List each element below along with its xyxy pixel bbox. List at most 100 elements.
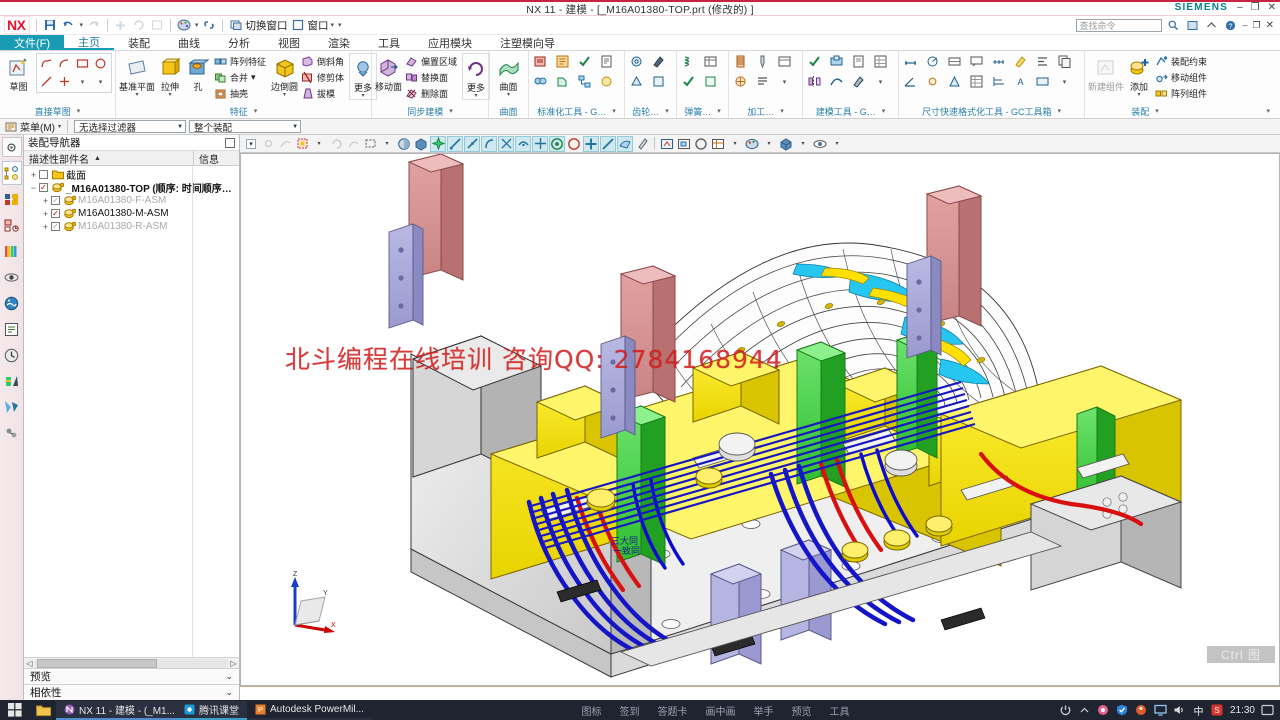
move-face-button[interactable]: 移动面	[375, 53, 402, 92]
tap-hole-icon[interactable]	[732, 53, 749, 70]
mt-grid-icon[interactable]	[872, 53, 889, 70]
restore-button[interactable]: ❐	[1251, 2, 1260, 13]
machining-list-icon[interactable]	[754, 73, 771, 90]
hole-button[interactable]: 孔	[185, 53, 211, 92]
mt-emboss-icon[interactable]	[828, 53, 845, 70]
spring-table-icon[interactable]	[702, 53, 719, 70]
scroll-left-icon[interactable]: ◁	[24, 659, 35, 668]
datum-plane-button[interactable]: 基准平面 ▾	[119, 53, 155, 98]
show-hide-caret-icon[interactable]: ▾	[829, 136, 845, 152]
dim-tolerance-icon[interactable]	[946, 53, 963, 70]
mt-sweep-icon[interactable]	[828, 73, 845, 90]
machining-table-icon[interactable]	[776, 53, 793, 70]
snap-control-point-icon[interactable]	[481, 135, 497, 152]
redo-icon[interactable]	[87, 18, 101, 32]
ribbon-tab-view[interactable]: 视图	[264, 35, 314, 50]
ribbon-tab-home[interactable]: 主页	[64, 35, 115, 50]
expander-icon[interactable]: +	[40, 222, 51, 232]
snap-line-icon[interactable]	[600, 135, 616, 152]
group-dialog-launcher[interactable]: ▾	[1155, 106, 1159, 118]
gc-batch-icon[interactable]	[554, 53, 571, 70]
search-icon[interactable]	[1167, 18, 1181, 32]
reuse-library-icon[interactable]	[2, 239, 22, 263]
chevron-up-icon[interactable]	[1078, 704, 1091, 717]
tree-row-m-asm[interactable]: + ✓ M16A01380-M-ASM	[24, 207, 239, 220]
ribbon-tab-mold-wizard[interactable]: 注塑模向导	[486, 35, 569, 50]
visibility-checkbox[interactable]	[39, 170, 48, 179]
edge-blend-caret-icon[interactable]: ▾	[283, 92, 286, 98]
tree-row-top-assembly[interactable]: − ✓ _M16A01380-TOP (顺序: 时间顺序…	[24, 181, 239, 196]
taskbar-task-nx[interactable]: NX 11 - 建模 - (_M1...	[56, 700, 176, 720]
close-button[interactable]: ✕	[1268, 2, 1276, 13]
draft-button[interactable]: 拔模	[300, 86, 347, 101]
render-style-icon[interactable]	[744, 136, 760, 152]
system-scene-icon[interactable]	[2, 395, 22, 419]
profile-icon[interactable]	[38, 55, 55, 72]
gc-tree-icon[interactable]	[576, 73, 593, 90]
dim-radial-icon[interactable]	[924, 53, 941, 70]
shield-icon[interactable]	[1116, 704, 1129, 717]
spring-check-icon[interactable]	[680, 73, 697, 90]
visibility-checkbox[interactable]: ✓	[39, 183, 48, 192]
group-dialog-launcher[interactable]: ▾	[254, 106, 258, 118]
group-dialog-launcher[interactable]: ▾	[77, 106, 81, 118]
antivirus-icon[interactable]	[1097, 704, 1110, 717]
dim-linear-icon[interactable]	[902, 53, 919, 70]
group-dialog-launcher[interactable]: ▾	[449, 106, 453, 118]
dim-align-icon[interactable]	[1034, 53, 1051, 70]
group-dialog-launcher[interactable]: ▾	[1057, 106, 1061, 118]
overlay-item-0[interactable]: 图标	[581, 703, 601, 718]
snap-intersection-icon[interactable]	[498, 135, 514, 152]
minimize-button[interactable]: –	[1237, 2, 1243, 13]
ime-icon[interactable]: 中	[1192, 704, 1205, 718]
trim-body-button[interactable]: 修剪体	[300, 70, 347, 85]
unite-caret-icon[interactable]: ▾	[251, 72, 256, 83]
web-browser-icon[interactable]	[2, 291, 22, 315]
add-component-caret-icon[interactable]: ▾	[1138, 92, 1141, 98]
surface-caret-icon[interactable]: ▾	[507, 92, 510, 98]
gear-pen-icon[interactable]	[650, 53, 667, 70]
dim-copy-icon[interactable]	[1056, 53, 1073, 70]
pattern-component-button[interactable]: 阵列组件	[1154, 86, 1210, 101]
ribbon-tab-assemblies[interactable]: 装配	[114, 35, 164, 50]
pin-icon[interactable]	[225, 137, 235, 148]
sketch-constraint-icon[interactable]: ▾	[92, 73, 109, 90]
move-component-button[interactable]: 移动组件	[1154, 70, 1210, 85]
zoom-window-icon[interactable]	[676, 136, 692, 152]
window-caret-icon[interactable]: ▾	[330, 21, 334, 29]
link-icon[interactable]	[202, 18, 216, 32]
selection-scope-combo[interactable]: 整个装配 ▼	[189, 120, 302, 134]
visibility-checkbox[interactable]: ✓	[51, 209, 60, 218]
taskbar-task-tencent[interactable]: 腾讯课堂	[176, 700, 247, 720]
snap-point-cross-icon[interactable]	[583, 135, 599, 152]
machining-more-icon[interactable]: ▾	[776, 73, 793, 90]
ribbon-search-input[interactable]: 查找命令	[1075, 18, 1162, 32]
history-icon[interactable]	[2, 317, 22, 341]
snap-point-icon[interactable]	[260, 136, 276, 152]
bevel-gear-icon[interactable]	[628, 73, 645, 90]
group-dialog-launcher[interactable]: ▾	[717, 106, 721, 118]
save-icon[interactable]	[43, 18, 57, 32]
point-icon[interactable]	[56, 73, 73, 90]
hd3d-tools-icon[interactable]	[2, 265, 22, 289]
qat-overflow-icon[interactable]: ▾	[338, 21, 342, 29]
drill-icon[interactable]	[754, 53, 771, 70]
settings-icon[interactable]	[1, 137, 22, 157]
assembly-constraint-button[interactable]: 装配约束	[1154, 54, 1210, 69]
graphics-viewport[interactable]: 三大同 一致同 Z X Y 北斗编程在线培训 咨询QQ: 2784168944 …	[240, 153, 1280, 686]
dim-symbol-icon[interactable]	[946, 73, 963, 90]
edge-blend-button[interactable]: 边倒圆 ▾	[271, 53, 298, 98]
mt-check-icon[interactable]	[806, 53, 823, 70]
replace-face-button[interactable]: 替换面	[404, 70, 460, 85]
ribbon-tab-file[interactable]: 文件(F)	[0, 35, 65, 50]
overlay-item-4[interactable]: 举手	[753, 703, 773, 718]
select-face-icon[interactable]	[294, 136, 310, 152]
snap-quadrant-icon[interactable]	[532, 135, 548, 152]
ribbon-overflow-caret[interactable]: ▾	[1262, 106, 1274, 118]
unite-button[interactable]: 合并 ▾	[213, 70, 269, 85]
dim-angular-icon[interactable]	[902, 73, 919, 90]
sketch-more-icon[interactable]: ▾	[74, 73, 91, 90]
pattern-feature-button[interactable]: 阵列特征	[213, 54, 269, 69]
line-icon[interactable]	[38, 73, 55, 90]
chevron-down-icon[interactable]: ⌄	[225, 687, 233, 698]
